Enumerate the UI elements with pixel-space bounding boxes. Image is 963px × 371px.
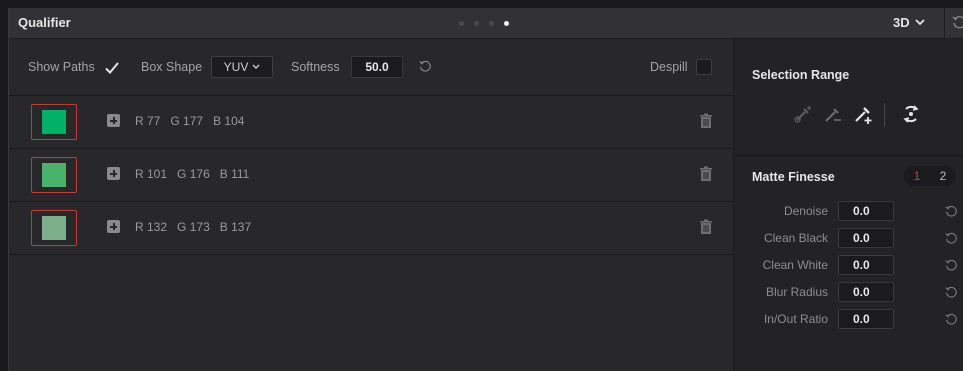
picker-icon[interactable] [792, 103, 814, 125]
reset-icon[interactable] [944, 285, 958, 299]
reset-icon[interactable] [944, 312, 958, 326]
sample-row[interactable]: R 132 G 173 B 137 [9, 202, 732, 255]
trash-icon[interactable] [699, 113, 713, 129]
page-dot[interactable] [459, 21, 464, 26]
invert-selection-icon[interactable] [900, 103, 922, 125]
blue-value: B 104 [213, 114, 245, 128]
blur-radius-row: Blur Radius 0.0 [734, 282, 963, 304]
sample-rgb-values: R 101 G 176 B 111 [135, 167, 249, 181]
add-sample-icon[interactable] [107, 220, 120, 233]
color-swatch-frame[interactable] [31, 104, 77, 140]
trash-icon[interactable] [699, 166, 713, 182]
blue-value: B 111 [219, 167, 250, 181]
color-swatch-frame[interactable] [31, 210, 77, 246]
green-value: G 173 [177, 220, 210, 234]
clean-white-row: Clean White 0.0 [734, 255, 963, 277]
header-divider [944, 8, 945, 38]
blur-radius-label: Blur Radius [765, 285, 828, 299]
sample-rgb-values: R 132 G 173 B 137 [135, 220, 251, 234]
denoise-row: Denoise 0.0 [734, 201, 963, 223]
despill-checkbox[interactable] [696, 59, 712, 75]
clean-black-row: Clean Black 0.0 [734, 228, 963, 250]
show-paths-checkbox[interactable] [104, 60, 120, 76]
box-shape-label: Box Shape [141, 60, 203, 74]
matte-finesse-tabs: 1 2 [904, 166, 956, 186]
box-shape-dropdown[interactable]: YUV [211, 56, 273, 78]
page-dot-active[interactable] [504, 21, 509, 26]
chevron-down-icon [252, 64, 260, 69]
page-dot[interactable] [489, 21, 494, 26]
chevron-down-icon [914, 19, 925, 26]
sample-rgb-values: R 77 G 177 B 104 [135, 114, 244, 128]
tools-divider [884, 103, 885, 127]
green-value: G 177 [170, 114, 204, 128]
red-value: R 101 [135, 167, 168, 181]
trash-icon[interactable] [699, 219, 713, 235]
reset-icon[interactable] [951, 14, 963, 30]
softness-reset-icon[interactable] [418, 59, 432, 73]
clean-black-label: Clean Black [763, 231, 828, 245]
panel-header: Qualifier 3D [9, 8, 963, 39]
add-sample-icon[interactable] [107, 114, 120, 127]
in-out-ratio-input[interactable]: 0.0 [838, 309, 894, 329]
red-value: R 132 [135, 220, 168, 234]
clean-white-label: Clean White [762, 258, 828, 272]
reset-icon[interactable] [944, 258, 958, 272]
page-dot[interactable] [474, 21, 479, 26]
blue-value: B 137 [219, 220, 252, 234]
red-value: R 77 [135, 114, 161, 128]
color-swatch [42, 216, 66, 240]
sample-row[interactable]: R 77 G 177 B 104 [9, 96, 732, 149]
matte-finesse-title: Matte Finesse [752, 170, 835, 184]
clean-white-input[interactable]: 0.0 [838, 255, 894, 275]
clean-black-input[interactable]: 0.0 [838, 228, 894, 248]
selection-range-panel: Selection Range Matte Finesse 1 2 Denois… [733, 39, 963, 371]
reset-icon[interactable] [944, 204, 958, 218]
qualifier-panel: Qualifier 3D Show Paths Box Shape YUV So… [8, 8, 963, 371]
box-shape-value: YUV [223, 60, 249, 74]
tab-2[interactable]: 2 [930, 166, 956, 186]
selection-tools [734, 103, 963, 143]
view-mode-label: 3D [893, 15, 910, 30]
qualifier-options-bar: Show Paths Box Shape YUV Softness 50.0 D… [9, 39, 732, 96]
color-swatch-frame[interactable] [31, 157, 77, 193]
softness-label: Softness [291, 60, 340, 74]
show-paths-label: Show Paths [28, 60, 95, 74]
section-divider [734, 155, 963, 156]
picker-minus-icon[interactable] [822, 103, 844, 125]
picker-plus-icon[interactable] [852, 103, 874, 125]
color-swatch [42, 163, 66, 187]
add-sample-icon[interactable] [107, 167, 120, 180]
despill-label: Despill [650, 60, 688, 74]
in-out-ratio-row: In/Out Ratio 0.0 [734, 309, 963, 331]
color-swatch [42, 110, 66, 134]
softness-input[interactable]: 50.0 [351, 56, 403, 78]
blur-radius-input[interactable]: 0.0 [838, 282, 894, 302]
reset-icon[interactable] [944, 231, 958, 245]
panel-title: Qualifier [18, 15, 71, 30]
denoise-input[interactable]: 0.0 [838, 201, 894, 221]
denoise-label: Denoise [783, 204, 828, 218]
selection-range-title: Selection Range [752, 68, 850, 82]
in-out-ratio-label: In/Out Ratio [763, 312, 828, 326]
green-value: G 176 [177, 167, 210, 181]
softness-value: 50.0 [365, 60, 389, 74]
tab-1[interactable]: 1 [904, 166, 930, 186]
view-mode-dropdown[interactable]: 3D [893, 15, 925, 30]
qualifier-samples-area: Show Paths Box Shape YUV Softness 50.0 D… [9, 39, 732, 371]
sample-row[interactable]: R 101 G 176 B 111 [9, 149, 732, 202]
